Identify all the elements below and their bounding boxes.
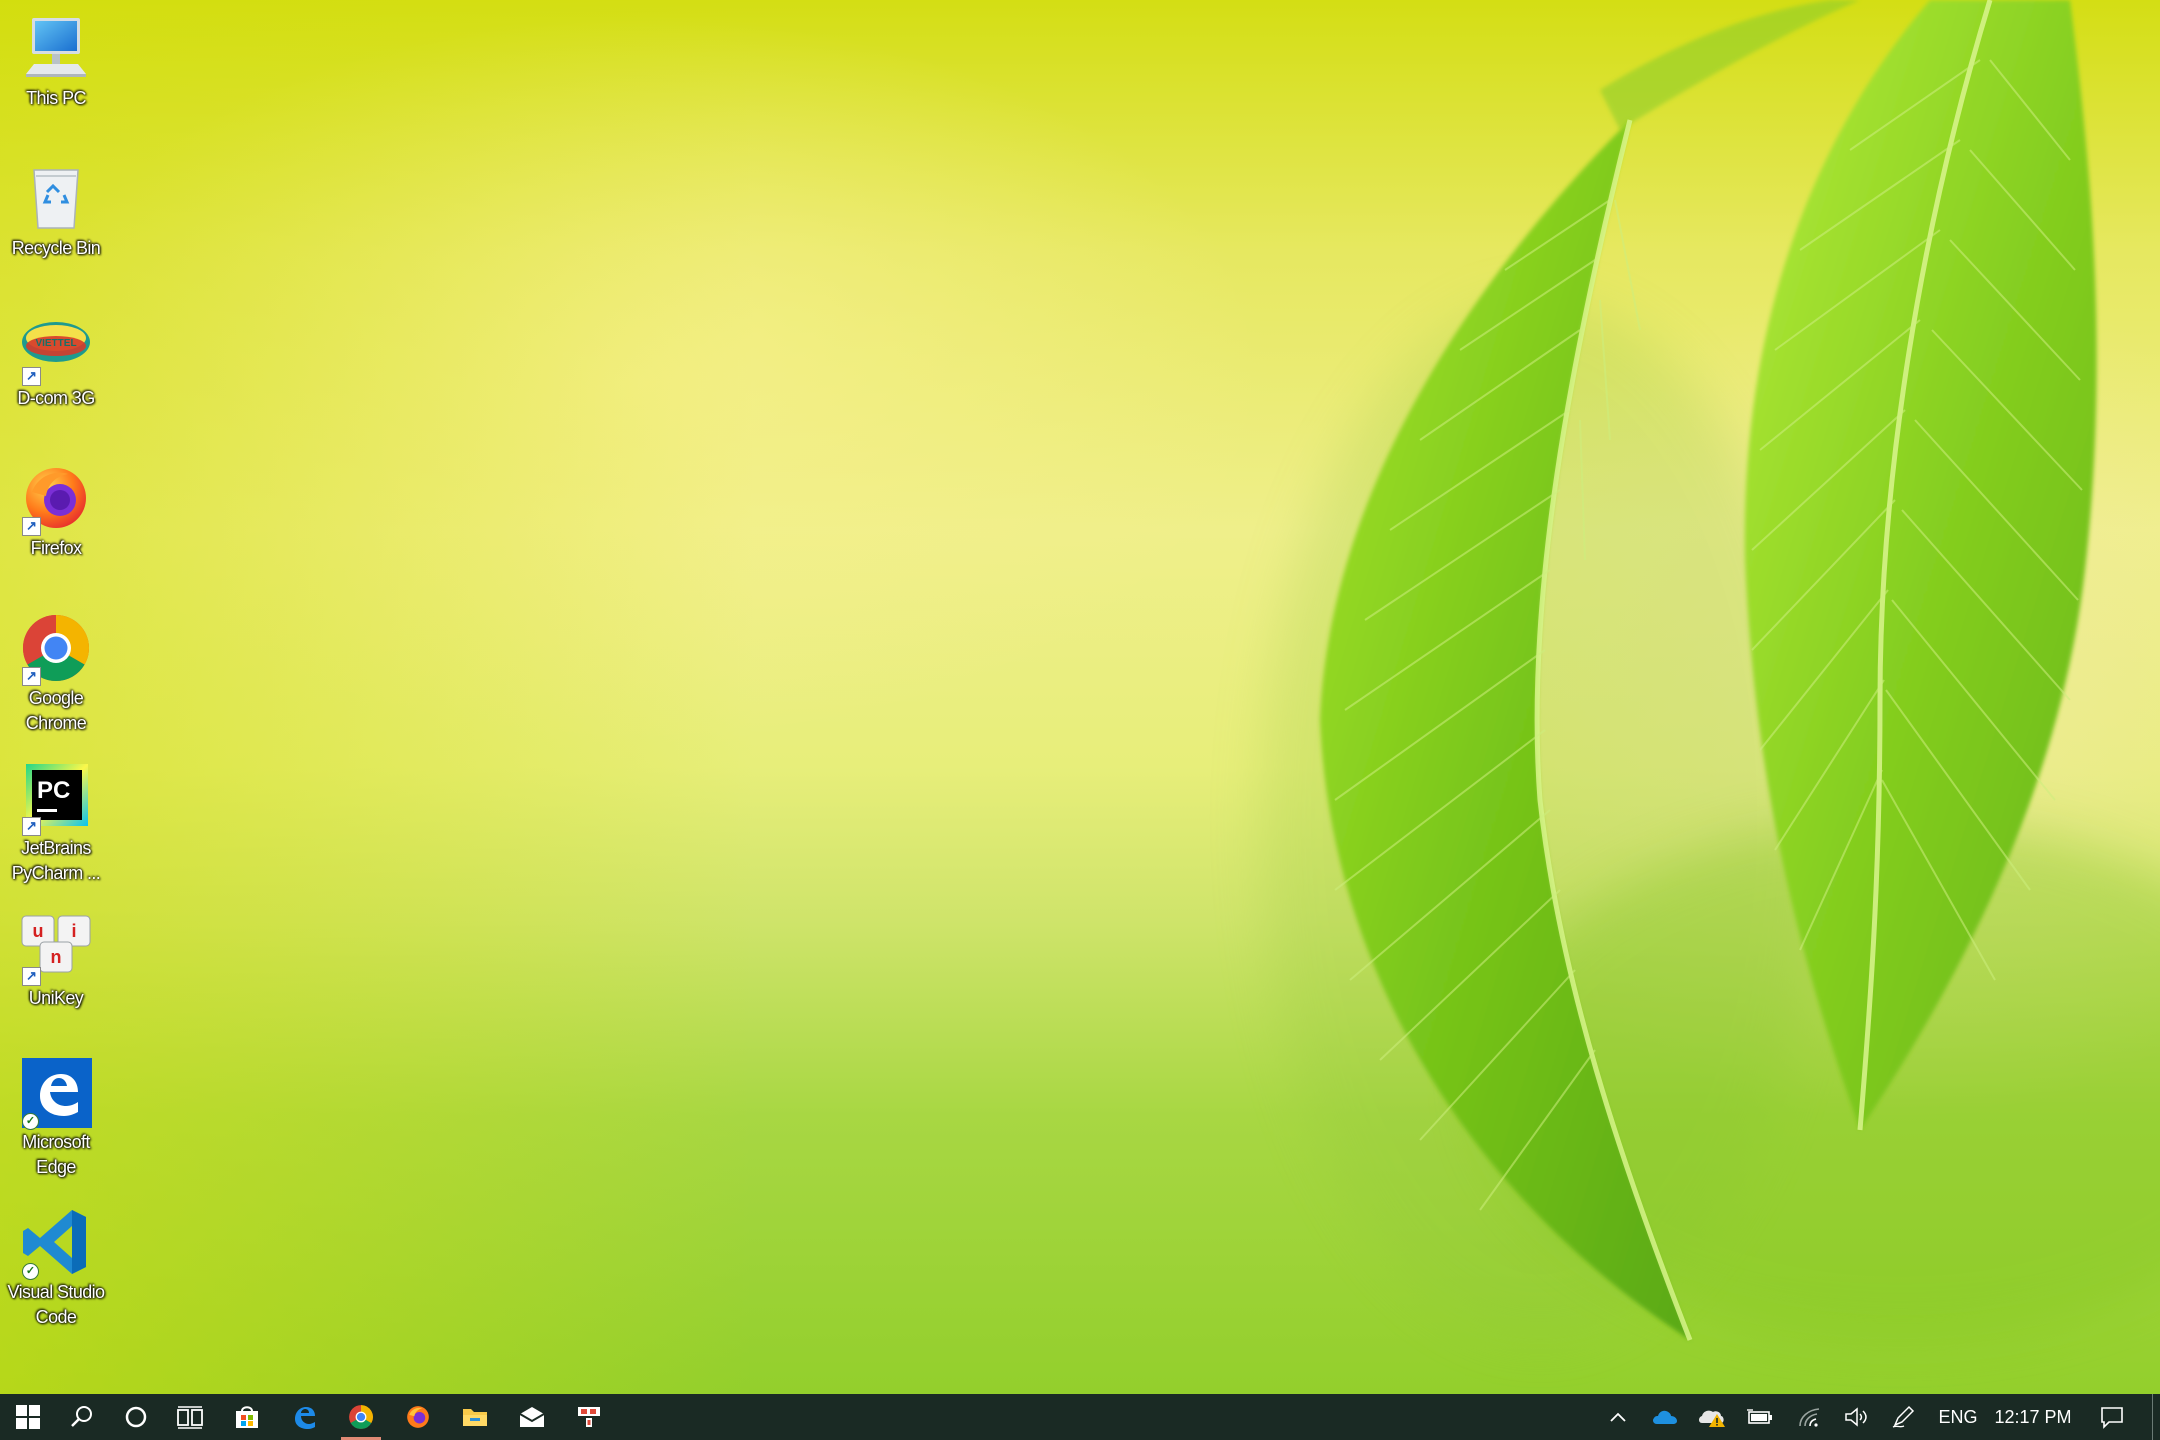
- unikey-key-n: n: [51, 947, 62, 967]
- desktop-icon-label: Visual Studio Code: [7, 1282, 106, 1327]
- taskbar-firefox[interactable]: [390, 1394, 446, 1440]
- cortana-button[interactable]: [108, 1394, 164, 1440]
- search-button[interactable]: [54, 1394, 110, 1440]
- desktop-icon-label: Recycle Bin: [11, 238, 101, 258]
- onedrive-icon: [1653, 1410, 1677, 1424]
- start-button[interactable]: [0, 1394, 56, 1440]
- weather-alert-icon: [1699, 1410, 1725, 1427]
- taskbar-mail[interactable]: [504, 1394, 560, 1440]
- recycle-bin-icon: [33, 169, 79, 229]
- desktop-icon-label: UniKey: [28, 988, 84, 1008]
- snipping-icon: [578, 1407, 600, 1427]
- taskbar-file-explorer[interactable]: [447, 1394, 503, 1440]
- folder-icon: [463, 1409, 487, 1426]
- unikey-key-u: u: [33, 921, 44, 941]
- desktop-icon-label: This PC: [26, 88, 86, 108]
- desktop-icon-label: D-com 3G: [17, 388, 95, 408]
- desktop-icon-label: Firefox: [30, 538, 82, 558]
- taskbar-chrome[interactable]: [333, 1394, 389, 1440]
- sync-check-icon: ✓: [22, 1113, 39, 1130]
- desktop-icon-d-com-3g[interactable]: VIETTEL ↗ D-com 3G: [2, 312, 110, 411]
- desktop-icon-label: Google Chrome: [25, 688, 87, 733]
- mail-icon: [519, 1407, 545, 1427]
- shortcut-arrow-icon: ↗: [22, 817, 41, 836]
- desktop-icon-firefox[interactable]: ↗ Firefox: [2, 462, 110, 561]
- task-view-button[interactable]: [162, 1394, 218, 1440]
- shortcut-arrow-icon: ↗: [22, 367, 41, 386]
- edge-icon: [295, 1407, 315, 1429]
- pycharm-logo-text: PC: [37, 777, 70, 804]
- unikey-key-i: i: [71, 921, 76, 941]
- desktop-icon-recycle-bin[interactable]: Recycle Bin: [2, 162, 110, 261]
- chevron-up-icon: [1610, 1412, 1626, 1422]
- shortcut-arrow-icon: ↗: [22, 517, 41, 536]
- notification-icon: [2101, 1407, 2123, 1429]
- pen-icon: [1892, 1405, 1915, 1428]
- task-view-icon: [177, 1406, 203, 1429]
- show-desktop-button[interactable]: [2152, 1394, 2160, 1440]
- shortcut-arrow-icon: ↗: [22, 667, 41, 686]
- firefox-icon: [407, 1406, 429, 1428]
- taskbar-edge[interactable]: [276, 1394, 332, 1440]
- shortcut-arrow-icon: ↗: [22, 967, 41, 986]
- tray-overflow-button[interactable]: [1600, 1394, 1636, 1440]
- taskbar: ENG 12:17 PM: [0, 1394, 2160, 1440]
- windows-logo-icon: [16, 1405, 40, 1429]
- wifi-icon: [1799, 1408, 1820, 1427]
- input-language[interactable]: ENG: [1930, 1394, 1986, 1440]
- wallpaper-leaves: [1260, 0, 2160, 1341]
- battery-icon: [1747, 1409, 1772, 1424]
- tray-network[interactable]: [1790, 1394, 1830, 1440]
- desktop-icon-pycharm[interactable]: PC ↗ JetBrains PyCharm ...: [2, 762, 110, 886]
- taskbar-store[interactable]: [219, 1394, 275, 1440]
- store-icon: [236, 1406, 258, 1428]
- tray-volume[interactable]: [1836, 1394, 1876, 1440]
- volume-icon: [1845, 1407, 1867, 1427]
- desktop-icon-microsoft-edge[interactable]: ✓ Microsoft Edge: [2, 1056, 110, 1180]
- desktop-icon-label: Microsoft Edge: [22, 1132, 90, 1177]
- taskbar-snipping[interactable]: [561, 1394, 617, 1440]
- desktop[interactable]: This PC Recycle Bin VIETTEL ↗ D-com 3G ↗…: [0, 0, 2160, 1394]
- sync-check-icon: ✓: [22, 1263, 39, 1280]
- desktop-icon-google-chrome[interactable]: ↗ Google Chrome: [2, 612, 110, 736]
- viettel-logo-text: VIETTEL: [35, 338, 76, 349]
- desktop-icon-vscode[interactable]: ✓ Visual Studio Code: [2, 1206, 110, 1330]
- desktop-icon-this-pc[interactable]: This PC: [2, 12, 110, 111]
- monitor-icon: [26, 18, 86, 77]
- tray-onedrive[interactable]: [1645, 1394, 1685, 1440]
- clock[interactable]: 12:17 PM: [1990, 1394, 2076, 1440]
- tray-pen[interactable]: [1884, 1394, 1924, 1440]
- action-center-button[interactable]: [2090, 1394, 2134, 1440]
- tray-battery[interactable]: [1740, 1394, 1780, 1440]
- tray-weather[interactable]: [1692, 1394, 1732, 1440]
- chrome-icon: [349, 1405, 373, 1429]
- search-icon: [71, 1406, 92, 1427]
- cortana-circle-icon: [125, 1406, 147, 1428]
- desktop-icon-label: JetBrains PyCharm ...: [11, 838, 101, 883]
- desktop-icon-unikey[interactable]: u i n ↗ UniKey: [2, 912, 110, 1011]
